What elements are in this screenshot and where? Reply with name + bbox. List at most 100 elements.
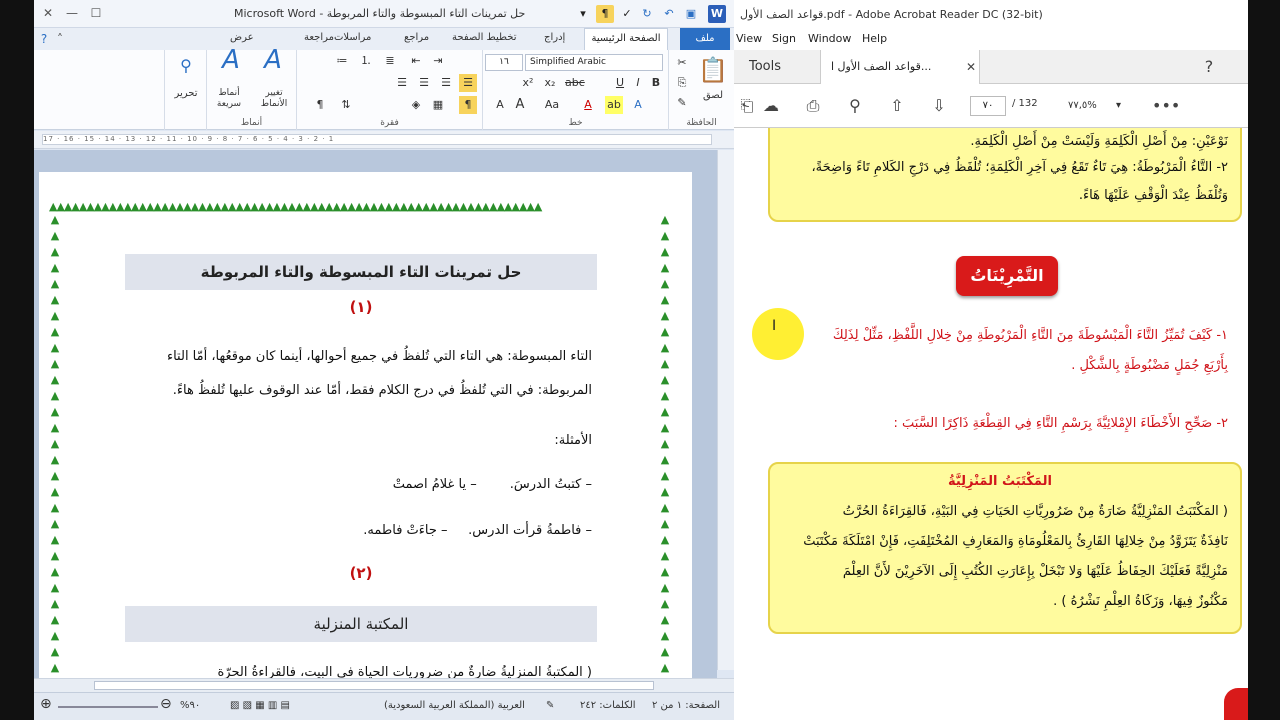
zoom-slider[interactable] bbox=[58, 706, 158, 708]
menu-help[interactable]: Help bbox=[862, 32, 887, 45]
acrobat-window: قواعد الصف الأول.pdf - Adobe Acrobat Rea… bbox=[734, 0, 1248, 720]
repeat-icon[interactable]: ↻ bbox=[638, 5, 656, 23]
horizontal-ruler[interactable]: 17 · 16 · 15 · 14 · 13 · 12 · 11 · 10 · … bbox=[34, 131, 734, 149]
italic-icon[interactable]: I bbox=[629, 74, 647, 92]
copy-icon[interactable]: ⎘ bbox=[673, 74, 691, 92]
zoom-level[interactable]: ٩٠% bbox=[180, 700, 200, 711]
word-window: ✕ — ☐ حل تمرينات التاء المبسوطة والتاء ا… bbox=[34, 0, 734, 720]
decorative-corner bbox=[1224, 688, 1248, 720]
highlight-icon[interactable]: ab bbox=[605, 96, 623, 114]
horizontal-scrollbar[interactable] bbox=[34, 678, 734, 692]
vertical-ruler[interactable] bbox=[717, 150, 734, 670]
underline-icon[interactable]: U bbox=[611, 74, 629, 92]
more-icon[interactable]: ••• bbox=[1152, 93, 1180, 119]
minimize-icon[interactable]: — bbox=[62, 4, 82, 22]
grow-font-icon[interactable]: A bbox=[491, 96, 509, 114]
borders-icon[interactable]: ▦ bbox=[429, 96, 447, 114]
word-count[interactable]: الكلمات: ٢٤٢ bbox=[580, 700, 636, 711]
sort-icon[interactable]: ⇅ bbox=[337, 96, 355, 114]
maximize-icon[interactable]: ☐ bbox=[86, 4, 106, 22]
view-buttons[interactable]: ▤ ▥ ▦ ▧ ▨ bbox=[230, 700, 290, 711]
quick-styles-button[interactable]: أنماط سريعة bbox=[207, 88, 251, 110]
spelling-icon[interactable]: ✓ bbox=[618, 5, 636, 23]
tab-page-layout[interactable]: تخطيط الصفحة bbox=[452, 32, 517, 43]
passage-heading: المكتبة المنزلية bbox=[125, 606, 597, 642]
strikethrough-icon[interactable]: abc bbox=[565, 74, 585, 92]
collapse-ribbon-icon[interactable]: ˄ bbox=[50, 30, 70, 48]
change-case-icon[interactable]: Aa bbox=[539, 96, 565, 114]
align-left-icon[interactable]: ☰ bbox=[393, 74, 411, 92]
font-color-icon[interactable]: A bbox=[579, 96, 597, 114]
pilcrow-icon[interactable]: ¶ bbox=[596, 5, 614, 23]
bold-icon[interactable]: B bbox=[647, 74, 665, 92]
align-center-icon[interactable]: ☰ bbox=[415, 74, 433, 92]
undo-icon[interactable]: ↶ bbox=[660, 5, 678, 23]
bullets-icon[interactable]: ≔ bbox=[333, 52, 351, 70]
zoom-out-icon[interactable]: ⊖ bbox=[160, 696, 172, 712]
document-tab[interactable]: قواعد الصف الأول ا... bbox=[820, 50, 980, 84]
qat-dropdown-icon[interactable]: ▾ bbox=[574, 5, 592, 23]
document-page[interactable]: ▲▲▲▲▲▲▲▲▲▲▲▲▲▲▲▲▲▲▲▲▲▲▲▲▲▲▲▲▲▲ ▲▲▲▲▲▲▲▲▲▲… bbox=[39, 172, 692, 692]
increase-indent-icon[interactable]: ⇥ bbox=[429, 52, 447, 70]
tools-tab[interactable]: Tools bbox=[734, 50, 796, 84]
page-number-input[interactable]: ٧٠ bbox=[970, 96, 1006, 116]
tab-review[interactable]: مراجعة bbox=[304, 32, 334, 43]
decrease-indent-icon[interactable]: ⇤ bbox=[407, 52, 425, 70]
font-size-box[interactable]: ١٦ bbox=[485, 54, 523, 71]
pilcrow-icon[interactable]: ¶ bbox=[311, 96, 329, 114]
scroll-thumb[interactable] bbox=[94, 681, 654, 690]
font-name-box[interactable]: Simplified Arabic bbox=[525, 54, 663, 71]
editing-button[interactable]: تحرير bbox=[165, 86, 207, 102]
show-marks-icon[interactable]: ¶ bbox=[459, 96, 477, 114]
previous-page-icon[interactable]: ⇧ bbox=[884, 93, 910, 119]
zoom-in-icon[interactable]: ⊕ bbox=[40, 696, 52, 712]
passage-line-3: مَنْزِلِيَّةً فَعَلَيْكَ الحِفَاظُ عَلَي… bbox=[842, 564, 1228, 579]
example-line-1: – كتبتُ الدرسَ. – يا غلامُ اصمتْ bbox=[392, 477, 592, 492]
tab-file[interactable]: ملف bbox=[680, 28, 730, 50]
tab-insert[interactable]: إدراج bbox=[544, 32, 565, 43]
passage-line-2: نَافِذَةٌ يَتَزَوَّدُ مِنْ خِلالِهَا الق… bbox=[803, 534, 1228, 549]
menu-window[interactable]: Window bbox=[808, 32, 851, 45]
print-icon[interactable]: ⎙ bbox=[800, 93, 826, 119]
shrink-font-icon[interactable]: A bbox=[511, 96, 529, 114]
tab-mailings[interactable]: مراسلات bbox=[334, 32, 371, 43]
justify-icon[interactable]: ☰ bbox=[459, 74, 477, 92]
next-page-icon[interactable]: ⇩ bbox=[926, 93, 952, 119]
zoom-dropdown[interactable]: ٧٧,٥% ▾ bbox=[1058, 96, 1128, 116]
cut-icon[interactable]: ✂ bbox=[673, 54, 691, 72]
upload-icon[interactable]: ☁ bbox=[758, 93, 784, 119]
close-tab-icon[interactable]: ✕ bbox=[958, 54, 984, 80]
save-icon[interactable]: ⎗ bbox=[734, 93, 760, 119]
align-right-icon[interactable]: ☰ bbox=[437, 74, 455, 92]
pdf-page-content[interactable]: نَوْعَيْنِ: مِنْ أَصْلِ الْكَلِمَةِ وَلَ… bbox=[734, 128, 1248, 720]
zoom-search-icon[interactable]: ⚲ bbox=[842, 93, 868, 119]
save-icon[interactable]: ▣ bbox=[682, 5, 700, 23]
superscript-icon[interactable]: x² bbox=[519, 74, 537, 92]
question-2: ٢- صَحِّحِ الأَخْطَاءَ الإِمْلائِيَّةَ ب… bbox=[893, 416, 1229, 431]
close-icon[interactable]: ✕ bbox=[38, 4, 58, 22]
tab-view[interactable]: عرض bbox=[230, 32, 254, 43]
language-status[interactable]: العربية (المملكة العربية السعودية) bbox=[384, 700, 525, 711]
pdf-line-1: نَوْعَيْنِ: مِنْ أَصْلِ الْكَلِمَةِ وَلَ… bbox=[970, 134, 1228, 149]
subscript-icon[interactable]: x₂ bbox=[541, 74, 559, 92]
paste-button[interactable]: لصق bbox=[697, 88, 729, 104]
word-logo-icon: W bbox=[708, 5, 726, 23]
help-icon[interactable]: ? bbox=[1196, 54, 1222, 80]
text-effects-icon[interactable]: A bbox=[629, 96, 647, 114]
shading-icon[interactable]: ◈ bbox=[407, 96, 425, 114]
clipboard-icon: 📋 bbox=[698, 56, 728, 84]
chevron-down-icon: ▾ bbox=[1116, 100, 1122, 111]
format-painter-icon[interactable]: ✎ bbox=[673, 94, 691, 112]
page-count[interactable]: الصفحة: ١ من ٢ bbox=[652, 700, 720, 711]
menu-sign[interactable]: Sign bbox=[772, 32, 796, 45]
spelling-status-icon[interactable]: ✎ bbox=[546, 700, 554, 711]
numbering-icon[interactable]: ⒈ bbox=[357, 52, 375, 70]
tab-references[interactable]: مراجع bbox=[404, 32, 429, 43]
change-styles-button[interactable]: تغيير الأنماط bbox=[251, 88, 297, 110]
binoculars-icon: ⚲ bbox=[180, 56, 192, 75]
document-heading: حل تمرينات التاء المبسوطة والتاء المربوط… bbox=[125, 254, 597, 290]
tab-home[interactable]: الصفحة الرئيسية bbox=[584, 28, 668, 50]
change-styles-icon: A bbox=[264, 45, 282, 75]
multilevel-list-icon[interactable]: ≣ bbox=[381, 52, 399, 70]
menu-view[interactable]: View bbox=[736, 32, 762, 45]
